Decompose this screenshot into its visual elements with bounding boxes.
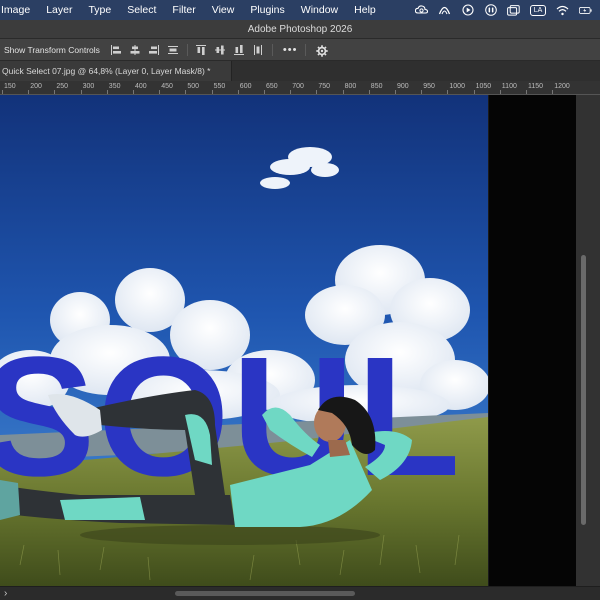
ruler-tick-mark	[28, 90, 30, 94]
ruler-tick-mark	[421, 90, 423, 94]
ruler-tick-mark	[526, 90, 527, 94]
canvas[interactable]: SOUL	[0, 95, 488, 586]
ruler-tick-label: 250	[56, 83, 69, 90]
horizontal-scroll-thumb[interactable]	[175, 591, 355, 596]
play-circle-icon[interactable]	[461, 4, 474, 16]
ruler-tick-label: 500	[187, 83, 200, 90]
canvas-image: SOUL	[0, 95, 488, 586]
pasteboard	[488, 95, 576, 586]
menu-plugins[interactable]: Plugins	[242, 4, 292, 16]
input-source-icon[interactable]: LA	[530, 4, 546, 16]
wifi-icon[interactable]	[556, 4, 569, 16]
ruler-tick-mark	[80, 90, 82, 94]
align-top-edges-icon[interactable]	[195, 44, 207, 56]
ruler-tick-mark	[159, 90, 161, 94]
ruler-tick-mark	[552, 90, 554, 94]
ruler-tick-mark	[395, 90, 396, 94]
ruler-tick-label: 1100	[501, 83, 517, 90]
options-bar: Show Transform Controls •••	[0, 39, 600, 61]
menu-window[interactable]: Window	[293, 4, 346, 16]
more-options-button[interactable]: •••	[283, 44, 298, 56]
ruler-tick-label: 800	[344, 83, 357, 90]
menu-image[interactable]: Image	[0, 4, 38, 16]
ruler-tick-mark	[264, 90, 265, 94]
menu-type[interactable]: Type	[80, 4, 119, 16]
menu-bar: Image Layer Type Select Filter View Plug…	[0, 0, 600, 20]
app-title: Adobe Photoshop 2026	[247, 24, 353, 35]
ruler-tick-label: 1200	[554, 83, 570, 90]
ruler-tick-label: 550	[213, 83, 226, 90]
ruler-tick-mark	[106, 90, 108, 94]
document-tab[interactable]: Quick Select 07.jpg @ 64,8% (Layer 0, La…	[0, 61, 232, 81]
align-right-edges-icon[interactable]	[148, 44, 160, 56]
ruler-tick-label: 600	[239, 83, 252, 90]
ruler-tick-mark	[447, 90, 449, 94]
align-bottom-edges-icon[interactable]	[233, 44, 245, 56]
ruler-tick-mark	[473, 90, 475, 94]
vertical-scrollbar[interactable]	[576, 95, 600, 586]
battery-icon[interactable]	[579, 4, 592, 16]
show-transform-controls-label: Show Transform Controls	[4, 44, 100, 55]
distribute-vertical-icon[interactable]	[167, 44, 179, 56]
ruler-tick-label: 300	[82, 83, 95, 90]
ruler-tick-mark	[368, 90, 370, 94]
ruler-tick-mark	[54, 90, 56, 94]
ruler-tick-label: 400	[135, 83, 147, 90]
distribute-horizontal-icon[interactable]	[252, 44, 264, 56]
window-icon[interactable]	[507, 4, 520, 16]
ruler-tick-mark	[2, 90, 3, 94]
airpods-icon[interactable]	[484, 4, 497, 16]
ruler-tick-label: 450	[161, 83, 173, 90]
ruler-tick-label: 1150	[528, 83, 544, 90]
menu-view[interactable]: View	[204, 4, 243, 16]
ruler-tick-label: 1000	[449, 83, 465, 90]
ruler-tick-mark	[185, 90, 187, 94]
horizontal-ruler[interactable]: 150 200 250 300 350 400 450 500 550 600 650 700 750 8…	[0, 81, 600, 95]
ruler-tick-mark	[316, 90, 318, 94]
ruler-tick-label: 200	[30, 83, 42, 90]
menu-select[interactable]: Select	[119, 4, 164, 16]
ruler-tick-label: 150	[4, 83, 16, 90]
ruler-tick-mark	[133, 90, 134, 94]
app-title-bar: Adobe Photoshop 2026	[0, 20, 600, 39]
document-area: Quick Select 07.jpg @ 64,8% (Layer 0, La…	[0, 61, 600, 600]
ruler-tick-mark	[237, 90, 239, 94]
menu-help[interactable]: Help	[346, 4, 384, 16]
ruler-tick-label: 900	[397, 83, 409, 90]
status-icons: LA	[415, 0, 592, 20]
ruler-tick-mark	[290, 90, 292, 94]
creative-cloud-icon[interactable]	[415, 4, 428, 16]
ruler-tick-label: 700	[292, 83, 304, 90]
menu-filter[interactable]: Filter	[164, 4, 203, 16]
ruler-tick-mark	[499, 90, 501, 94]
align-horizontal-centers-icon[interactable]	[129, 44, 141, 56]
ruler-tick-label: 950	[423, 83, 435, 90]
align-vertical-centers-icon[interactable]	[214, 44, 226, 56]
ruler-tick-label: 750	[318, 83, 331, 90]
ruler-tick-mark	[342, 90, 344, 94]
ruler-tick-label: 850	[370, 83, 383, 90]
options-separator	[186, 43, 188, 56]
gear-icon[interactable]	[316, 44, 329, 57]
options-separator	[271, 43, 273, 56]
tab-strip	[232, 61, 600, 81]
align-left-edges-icon[interactable]	[110, 44, 122, 56]
horizontal-scrollbar[interactable]: ›	[0, 586, 600, 600]
ruler-tick-label: 1050	[475, 83, 492, 90]
vertical-scroll-thumb[interactable]	[581, 255, 586, 525]
photoshop-window: Image Layer Type Select Filter View Plug…	[0, 0, 600, 600]
show-transform-controls-checkbox[interactable]: Show Transform Controls	[4, 45, 100, 55]
options-separator	[305, 43, 307, 56]
ruler-tick-mark	[211, 90, 213, 94]
ruler-tick-label: 650	[266, 83, 278, 90]
arc-icon[interactable]	[438, 4, 451, 16]
document-tab-title: Quick Select 07.jpg @ 64,8% (Layer 0, La…	[2, 66, 211, 76]
menu-layer[interactable]: Layer	[38, 4, 80, 16]
ruler-tick-label: 350	[108, 83, 121, 90]
chevron-right-icon[interactable]: ›	[4, 587, 7, 600]
